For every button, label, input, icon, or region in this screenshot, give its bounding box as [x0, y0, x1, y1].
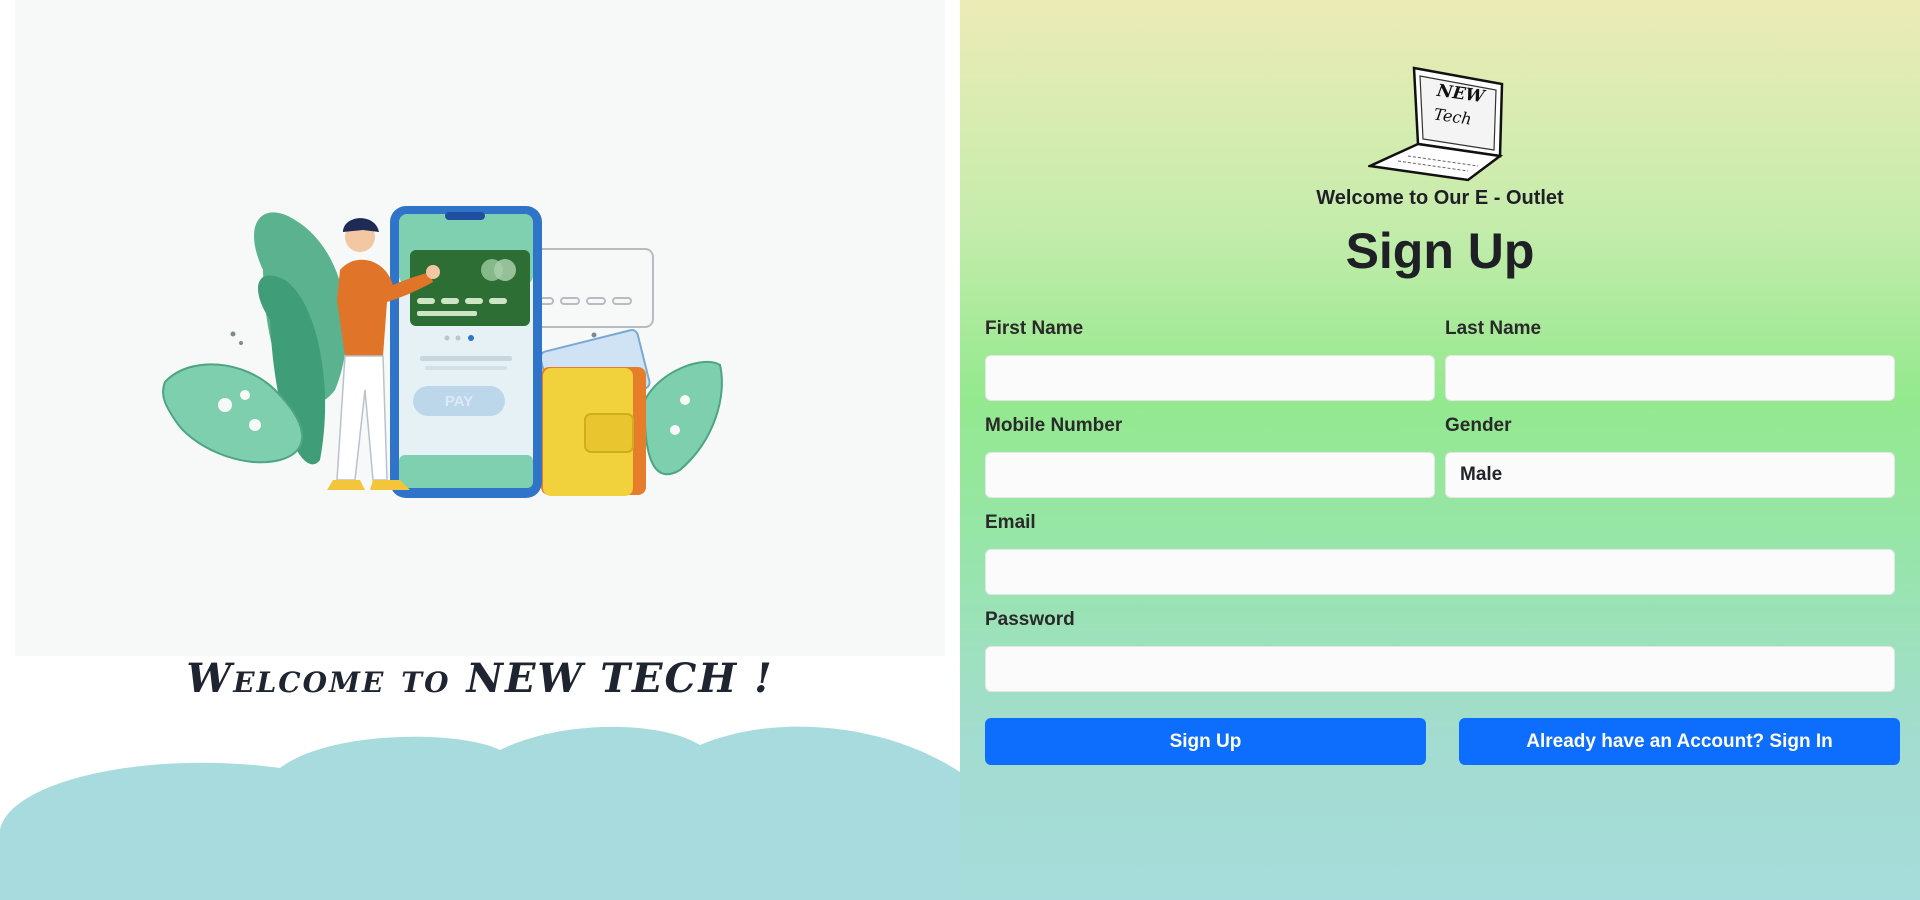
email-input[interactable] — [985, 549, 1895, 595]
first-name-label: First Name — [985, 318, 1084, 339]
left-panel: PAY Welcome to NEW TECH ! — [0, 0, 960, 900]
first-name-input[interactable] — [985, 355, 1435, 401]
pay-label: PAY — [445, 393, 473, 410]
page-title: Sign Up — [1345, 223, 1535, 279]
last-name-input[interactable] — [1445, 355, 1895, 401]
new-tech-logo: NEW Tech — [1365, 64, 1510, 182]
card-outline — [524, 248, 654, 328]
gender-selected-value: Male — [1460, 464, 1503, 485]
leaf-right — [643, 360, 723, 476]
mobile-number-label: Mobile Number — [985, 415, 1123, 436]
gender-select[interactable]: Male — [1445, 452, 1895, 498]
password-input[interactable] — [985, 646, 1895, 692]
person-pants — [336, 355, 388, 481]
signup-panel: NEW Tech Welcome to Our E - Outlet Sign … — [960, 0, 1920, 900]
welcome-banner: Welcome to NEW TECH ! — [186, 655, 774, 702]
last-name-label: Last Name — [1445, 318, 1542, 339]
sign-up-button[interactable]: Sign Up — [985, 718, 1426, 765]
payment-illustration: PAY — [15, 0, 945, 656]
password-label: Password — [985, 609, 1075, 630]
email-label: Email — [985, 512, 1036, 533]
subtitle: Welcome to Our E - Outlet — [1316, 187, 1564, 209]
gender-label: Gender — [1445, 415, 1512, 436]
sign-in-button[interactable]: Already have an Account? Sign In — [1459, 718, 1900, 765]
laptop-logo-icon: NEW Tech — [1365, 66, 1504, 182]
mobile-payment-illustration: PAY — [162, 206, 723, 498]
cloud-decoration — [0, 726, 960, 900]
mobile-number-input[interactable] — [985, 452, 1435, 498]
